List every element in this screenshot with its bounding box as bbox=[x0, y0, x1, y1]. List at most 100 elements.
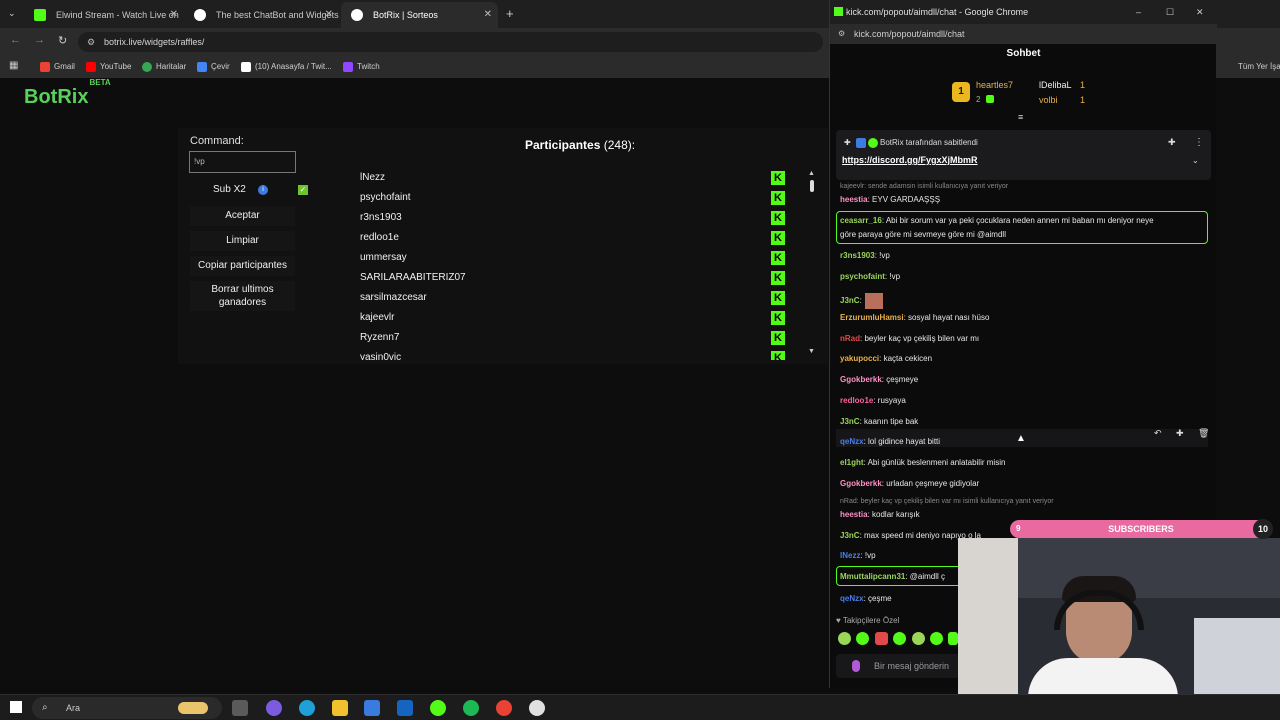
participant-row[interactable]: sarsilmazcesar K bbox=[345, 288, 785, 308]
chat-message[interactable]: yakupocci: kaçta cekicen bbox=[840, 354, 932, 363]
shelf bbox=[1018, 538, 1280, 598]
emote-icon[interactable] bbox=[875, 632, 888, 645]
chat-message[interactable]: el1ght: Abi günlük beslenmeni anlatabili… bbox=[840, 458, 1005, 467]
new-tab-icon[interactable]: + bbox=[506, 6, 514, 21]
windows-start-icon[interactable] bbox=[10, 701, 22, 713]
chat-message[interactable]: Ggokberkk: çeşmeye bbox=[840, 375, 918, 384]
tab-botrix[interactable]: BotRix | Sorteos ✕ bbox=[341, 2, 498, 28]
chat-message[interactable]: redloo1e: rusyaya bbox=[840, 396, 906, 405]
emote-icon[interactable] bbox=[893, 632, 906, 645]
forward-icon[interactable]: → bbox=[34, 34, 45, 46]
store-icon[interactable] bbox=[364, 700, 380, 716]
gift-icon bbox=[986, 95, 994, 103]
chat-message[interactable]: heestia: EYV GARDAAŞŞŞ bbox=[840, 195, 940, 204]
participant-row[interactable]: Ryzenn7 K bbox=[345, 328, 785, 348]
chat-message[interactable]: Ggokberkk: urladan çeşmeye gidiyolar bbox=[840, 479, 979, 488]
task-view-icon[interactable] bbox=[232, 700, 248, 716]
spotify-icon[interactable] bbox=[463, 700, 479, 716]
chat-message[interactable]: lNezz: !vp bbox=[840, 551, 876, 560]
chat-message[interactable]: nRad: beyler kaç vp çekiliş bilen var mı bbox=[840, 334, 979, 343]
participant-row[interactable]: ummersay K bbox=[345, 248, 785, 268]
bookmark-gmail[interactable]: Gmail bbox=[40, 61, 75, 73]
participant-row[interactable]: psychofaint K bbox=[345, 188, 785, 208]
participants-list[interactable]: lNezz K psychofaint K r3ns1903 K redloo1e K … bbox=[345, 168, 818, 360]
leader-name[interactable]: volbi bbox=[1039, 95, 1058, 105]
chat-url-bar[interactable]: ⚙ kick.com/popout/aimdll/chat bbox=[830, 24, 1217, 44]
leader-name[interactable]: heartles7 bbox=[976, 80, 1013, 90]
delete-icon[interactable]: 🗑 bbox=[1198, 428, 1209, 439]
participant-row[interactable]: lNezz K bbox=[345, 168, 785, 188]
bookmark-youtube[interactable]: YouTube bbox=[86, 61, 131, 73]
url-input[interactable]: ⚙ botrix.live/widgets/raffles/ bbox=[78, 32, 823, 52]
bookmark-all[interactable]: Tüm Yer İşaretleri bbox=[1224, 61, 1280, 73]
scroll-down-icon[interactable]: ▼ bbox=[808, 348, 815, 355]
emote-icon[interactable] bbox=[912, 632, 925, 645]
bookmark-maps[interactable]: Haritalar bbox=[142, 61, 186, 73]
close-tab-icon[interactable]: ✕ bbox=[170, 2, 178, 28]
close-window-icon[interactable]: ✕ bbox=[1196, 0, 1204, 24]
obs-icon[interactable] bbox=[529, 700, 545, 716]
botrix-logo[interactable]: BotRixBETA bbox=[24, 78, 111, 109]
apps-grid-icon[interactable]: ▦ bbox=[9, 60, 18, 71]
edge-icon[interactable] bbox=[299, 700, 315, 716]
leader-name[interactable]: lDelibaL bbox=[1039, 80, 1072, 90]
taskbar-search[interactable]: ⌕ Ara bbox=[32, 697, 222, 719]
maximize-icon[interactable]: ☐ bbox=[1166, 0, 1174, 24]
more-options-icon[interactable]: ⋮ bbox=[1194, 137, 1204, 148]
sub-x2-checkbox[interactable]: ✓ bbox=[298, 185, 308, 195]
bookmark-x[interactable]: (10) Anasayfa / Twit... bbox=[241, 61, 332, 73]
participant-row[interactable]: kajeevlr K bbox=[345, 308, 785, 328]
emote-icon[interactable] bbox=[838, 632, 851, 645]
chevron-down-icon[interactable]: ⌄ bbox=[1192, 156, 1199, 165]
participant-row[interactable]: yasin0vic K bbox=[345, 348, 785, 360]
reload-icon[interactable]: ↻ bbox=[58, 34, 67, 47]
chat-message[interactable]: psychofaint: !vp bbox=[840, 272, 900, 281]
expand-leaders-icon[interactable]: ≡ bbox=[1018, 112, 1023, 122]
emote-icon[interactable] bbox=[856, 632, 869, 645]
scroll-thumb[interactable] bbox=[810, 180, 814, 192]
unpin-icon[interactable]: ✚ bbox=[1168, 137, 1176, 148]
chat-message[interactable]: r3ns1903: !vp bbox=[840, 251, 890, 260]
site-info-icon[interactable]: ⚙ bbox=[87, 32, 95, 52]
kick-app-icon[interactable] bbox=[430, 700, 446, 716]
chat-message[interactable]: heestia: kodlar karışık bbox=[840, 510, 920, 519]
chat-message[interactable]: ceasarr_16: Abi bir sorum var ya peki ço… bbox=[840, 216, 1154, 225]
close-tab-icon[interactable]: ✕ bbox=[325, 2, 333, 28]
command-input[interactable]: !vp bbox=[189, 151, 296, 173]
accept-button[interactable]: Aceptar bbox=[190, 206, 295, 226]
clear-winners-button[interactable]: Borrar ultimos ganadores bbox=[190, 281, 295, 311]
file-explorer-icon[interactable] bbox=[332, 700, 348, 716]
bookmark-twitch[interactable]: Twitch bbox=[343, 61, 380, 73]
back-icon[interactable]: ← bbox=[10, 34, 21, 46]
participants-scrollbar[interactable]: ▲ ▼ bbox=[808, 170, 816, 360]
chat-message[interactable]: J3nC: kaanın tipe bak bbox=[840, 417, 918, 426]
chat-message[interactable]: J3nC: bbox=[840, 293, 883, 309]
emote-icon[interactable] bbox=[930, 632, 943, 645]
scroll-up-icon[interactable]: ▲ bbox=[808, 170, 815, 177]
tab-search-icon[interactable]: ⌄ bbox=[8, 8, 16, 19]
emote-picker-icon[interactable] bbox=[852, 660, 860, 672]
pinned-link[interactable]: https://discord.gg/FygxXjMbmR bbox=[842, 155, 978, 165]
tab-elwind[interactable]: Elwind Stream - Watch Live on ✕ bbox=[24, 2, 184, 28]
site-settings-icon[interactable]: ⚙ bbox=[838, 24, 845, 44]
participant-row[interactable]: SARILARAABITERIZ07 K bbox=[345, 268, 785, 288]
chat-message[interactable]: Mmuttalipcann31: @aimdll ç bbox=[840, 572, 945, 581]
chat-message[interactable]: qeNzx: çeşme bbox=[840, 594, 892, 603]
chat-message[interactable]: ErzurumluHamsi: sosyal hayat nası hüso bbox=[840, 313, 989, 322]
participant-row[interactable]: redloo1e K bbox=[345, 228, 785, 248]
minimize-icon[interactable]: – bbox=[1136, 0, 1141, 24]
tab-chatbot[interactable]: The best ChatBot and Widgets ✕ bbox=[184, 2, 339, 28]
clear-button[interactable]: Limpiar bbox=[190, 231, 295, 251]
chrome-icon[interactable] bbox=[496, 700, 512, 716]
info-icon[interactable]: i bbox=[258, 185, 268, 195]
close-tab-icon[interactable]: ✕ bbox=[484, 2, 492, 28]
outlook-icon[interactable] bbox=[397, 700, 413, 716]
bookmark-translate[interactable]: Çevir bbox=[197, 61, 230, 73]
emote-icon[interactable] bbox=[948, 632, 958, 645]
copy-participants-button[interactable]: Copiar participantes bbox=[190, 256, 295, 276]
pin-message-icon[interactable]: ✚ bbox=[1176, 428, 1184, 439]
copilot-icon[interactable] bbox=[266, 700, 282, 716]
participant-row[interactable]: r3ns1903 K bbox=[345, 208, 785, 228]
reply-icon[interactable]: ↶ bbox=[1154, 428, 1162, 439]
chat-message[interactable]: qeNzx: lol gidince hayat bitti bbox=[840, 437, 940, 446]
